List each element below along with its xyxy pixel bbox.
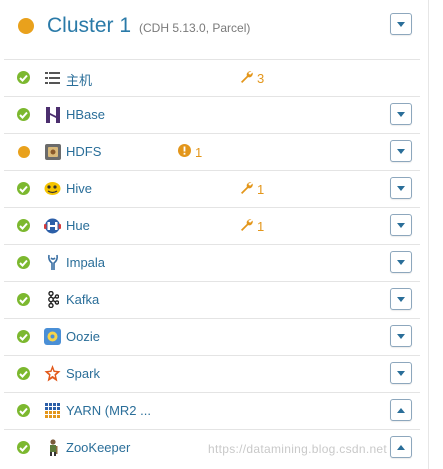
service-actions-button[interactable] <box>390 399 412 421</box>
status-ok-icon <box>17 219 30 232</box>
hosts-list-icon <box>44 69 61 86</box>
service-row-hosts: 主机 3 <box>4 59 420 96</box>
service-row-impala: Impala <box>4 244 420 281</box>
chevron-down-icon <box>397 111 405 117</box>
service-actions-button[interactable] <box>390 214 412 236</box>
zookeeper-icon <box>44 439 61 456</box>
status-ok-icon <box>17 293 30 306</box>
service-name[interactable]: Hue <box>66 218 90 233</box>
service-name[interactable]: Kafka <box>66 292 99 307</box>
status-ok-icon <box>17 367 30 380</box>
cluster-status-icon <box>18 18 34 34</box>
config-issues-badge[interactable]: 3 <box>240 70 264 86</box>
yarn-icon <box>44 402 61 419</box>
chevron-up-icon <box>397 444 405 450</box>
cluster-actions-button[interactable] <box>390 13 412 35</box>
health-issues-badge[interactable]: 1 <box>178 144 202 160</box>
chevron-down-icon <box>397 148 405 154</box>
config-issues-badge[interactable]: 1 <box>240 218 264 234</box>
status-ok-icon <box>17 71 30 84</box>
wrench-icon <box>240 218 253 234</box>
service-actions-button[interactable] <box>390 325 412 347</box>
service-name[interactable]: HBase <box>66 107 105 122</box>
status-warning-icon <box>18 146 30 158</box>
oozie-icon <box>44 328 61 345</box>
hdfs-icon <box>44 143 61 160</box>
service-name[interactable]: Spark <box>66 366 100 381</box>
chevron-up-icon <box>397 407 405 413</box>
service-name[interactable]: ZooKeeper <box>66 440 130 455</box>
hbase-icon <box>44 106 61 123</box>
spark-icon <box>44 365 61 382</box>
status-ok-icon <box>17 404 30 417</box>
config-issues-count: 1 <box>257 218 265 234</box>
service-row-kafka: Kafka <box>4 281 420 318</box>
service-row-yarn: YARN (MR2 ... <box>4 392 420 429</box>
service-name[interactable]: HDFS <box>66 144 101 159</box>
config-issues-count: 1 <box>257 181 265 197</box>
service-name[interactable]: Hive <box>66 181 92 196</box>
chevron-down-icon <box>397 21 405 27</box>
service-name[interactable]: YARN (MR2 ... <box>66 403 151 418</box>
service-list: 主机 3 HBase HDFS 1 Hive 1 Hue 1 Impala Ka… <box>4 59 420 466</box>
chevron-down-icon <box>397 296 405 302</box>
service-actions-button[interactable] <box>390 251 412 273</box>
cluster-name-link[interactable]: Cluster 1 <box>47 14 131 38</box>
service-row-spark: Spark <box>4 355 420 392</box>
service-actions-button[interactable] <box>390 362 412 384</box>
kafka-icon <box>44 291 61 308</box>
service-name[interactable]: Oozie <box>66 329 100 344</box>
watermark-text: https://datamining.blog.csdn.net <box>208 442 388 456</box>
service-actions-button[interactable] <box>390 103 412 125</box>
chevron-down-icon <box>397 222 405 228</box>
config-issues-badge[interactable]: 1 <box>240 181 264 197</box>
warning-circle-icon <box>178 144 191 160</box>
status-ok-icon <box>17 108 30 121</box>
service-row-hdfs: HDFS 1 <box>4 133 420 170</box>
chevron-down-icon <box>397 333 405 339</box>
service-name[interactable]: Impala <box>66 255 105 270</box>
wrench-icon <box>240 70 253 86</box>
chevron-down-icon <box>397 370 405 376</box>
health-issues-count: 1 <box>195 144 203 160</box>
status-ok-icon <box>17 441 30 454</box>
hive-icon <box>44 180 61 197</box>
status-ok-icon <box>17 182 30 195</box>
service-row-hue: Hue 1 <box>4 207 420 244</box>
divider <box>428 0 429 469</box>
chevron-down-icon <box>397 185 405 191</box>
service-row-hive: Hive 1 <box>4 170 420 207</box>
cluster-header: Cluster 1 (CDH 5.13.0, Parcel) <box>4 0 420 56</box>
config-issues-count: 3 <box>257 70 265 86</box>
impala-icon <box>44 254 61 271</box>
chevron-down-icon <box>397 259 405 265</box>
service-actions-button[interactable] <box>390 288 412 310</box>
service-row-oozie: Oozie <box>4 318 420 355</box>
status-ok-icon <box>17 330 30 343</box>
cluster-version: (CDH 5.13.0, Parcel) <box>139 21 251 35</box>
service-row-hbase: HBase <box>4 96 420 133</box>
wrench-icon <box>240 181 253 197</box>
service-actions-button[interactable] <box>390 140 412 162</box>
service-actions-button[interactable] <box>390 177 412 199</box>
status-ok-icon <box>17 256 30 269</box>
service-name[interactable]: 主机 <box>66 70 92 89</box>
hue-icon <box>44 217 61 234</box>
cluster-panel: Cluster 1 (CDH 5.13.0, Parcel) 主机 3 HBas… <box>4 0 420 469</box>
service-actions-button[interactable] <box>390 436 412 458</box>
